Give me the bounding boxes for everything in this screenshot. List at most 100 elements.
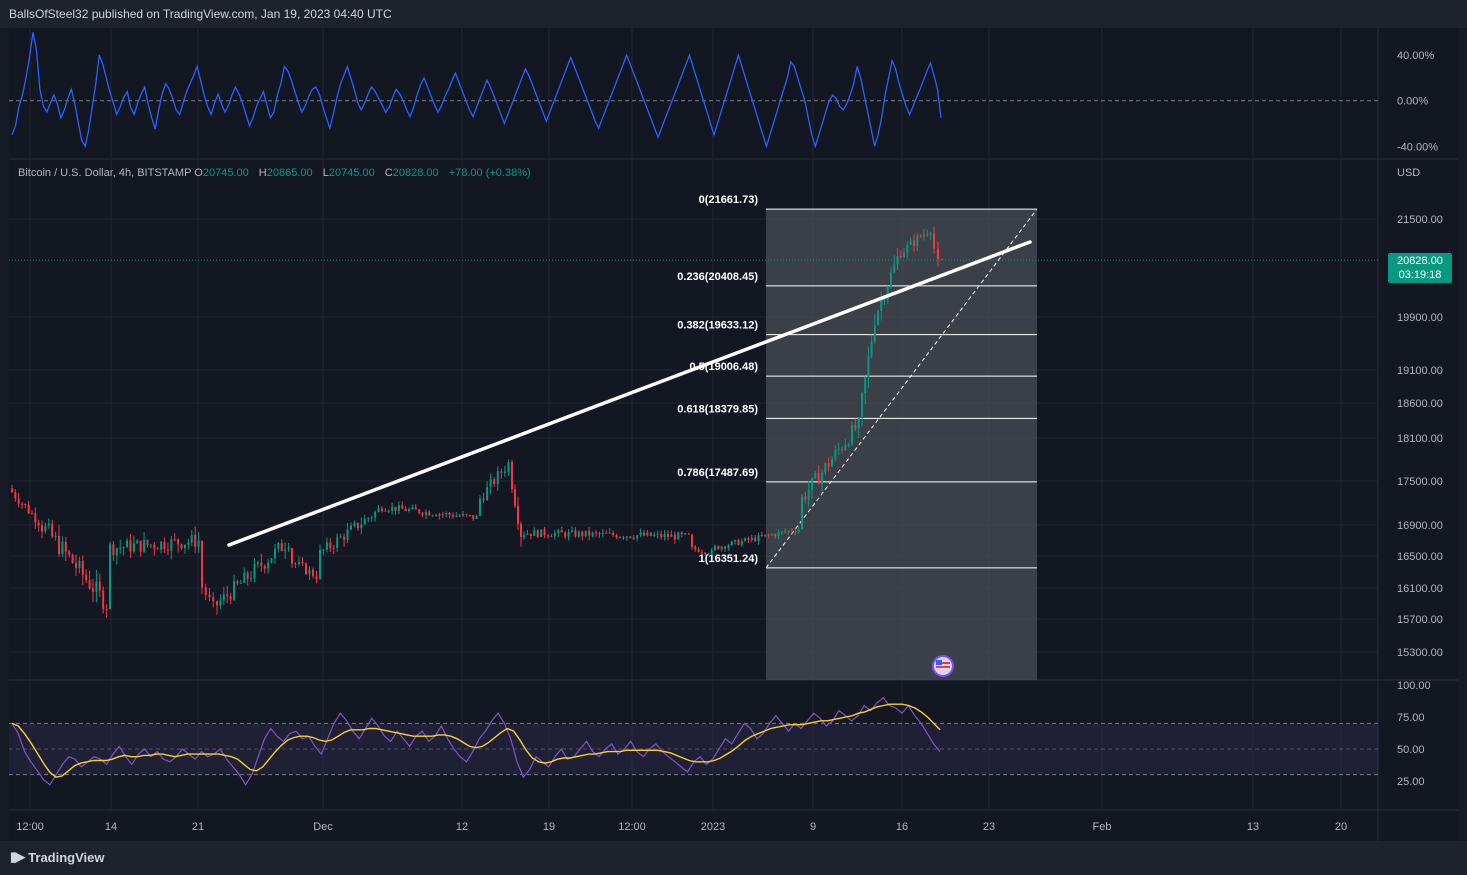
candle-body: [156, 548, 159, 550]
candle-body: [350, 525, 352, 530]
candle-body: [867, 355, 870, 377]
candle-body: [639, 532, 642, 536]
candle-body: [363, 518, 366, 525]
candle-body: [360, 524, 363, 529]
time-tick-label: 14: [105, 821, 117, 833]
time-tick-label: 21: [192, 821, 204, 833]
candle-body: [479, 498, 481, 517]
price-tick-label: 18600.00: [1397, 398, 1443, 410]
candle-body: [507, 461, 510, 472]
candle-body: [608, 532, 611, 534]
candle-body: [31, 513, 33, 515]
candle-body: [801, 496, 803, 530]
candle-body: [68, 551, 71, 555]
candle-body: [414, 507, 417, 510]
symbol-legend[interactable]: Bitcoin / U.S. Dollar, 4h, BITSTAMP O207…: [18, 167, 538, 179]
candle-body: [445, 513, 448, 515]
candle-body: [233, 581, 236, 600]
rsi-tick-label: 75.00: [1397, 712, 1425, 724]
candle-body: [253, 564, 256, 579]
candle-body: [37, 522, 40, 526]
fib-level-label: 1(16351.24): [699, 553, 759, 565]
candle-body: [656, 533, 659, 535]
candle-body: [401, 505, 404, 509]
candle-body: [315, 576, 318, 580]
candle-body: [794, 531, 797, 533]
rsi-tick-label: 50.00: [1397, 744, 1425, 756]
candle-body: [482, 498, 485, 501]
candle-body: [750, 537, 753, 540]
candle-body: [204, 587, 207, 595]
candle-body: [160, 541, 163, 550]
fib-background: [766, 209, 1037, 680]
candle-body: [332, 547, 335, 549]
fib-level-label: 0.618(18379.85): [677, 403, 758, 415]
candle-body: [325, 542, 328, 550]
candle-body: [177, 539, 180, 545]
candle-body: [353, 522, 356, 526]
currency-label[interactable]: USD: [1397, 167, 1420, 179]
candle-body: [520, 523, 522, 537]
candle-body: [577, 531, 580, 537]
candle-body: [811, 478, 813, 491]
tradingview-logo[interactable]: ▮▶ TradingView: [10, 849, 105, 865]
candle-body: [14, 492, 17, 499]
candle-body: [660, 533, 663, 538]
candle-body: [208, 594, 211, 597]
candle-body: [153, 544, 156, 549]
candle-body: [714, 545, 716, 550]
candle-body: [455, 515, 458, 517]
candle-body: [730, 541, 733, 546]
candle-body: [24, 503, 27, 506]
candle-body: [126, 540, 129, 548]
symbol-name[interactable]: Bitcoin / U.S. Dollar, 4h, BITSTAMP: [18, 167, 191, 179]
candle-body: [511, 461, 513, 490]
candle-body: [615, 535, 618, 538]
price-tick-label: 19100.00: [1397, 365, 1443, 377]
candle-body: [239, 582, 242, 584]
chart-canvas[interactable]: 12:00 14 21 Dec 12 19 12:00 2023 9 16 23 Feb 13 20 40.…: [9, 28, 1458, 841]
candle-body: [377, 508, 380, 512]
candle-body: [909, 240, 912, 245]
candle-body: [115, 548, 118, 556]
candle-body: [322, 549, 325, 551]
candle-body: [431, 515, 434, 517]
candle-body: [734, 540, 737, 542]
candle-body: [784, 531, 787, 533]
candle-body: [754, 537, 757, 542]
candle-body: [468, 514, 471, 516]
candle-body: [595, 532, 597, 534]
candle-body: [263, 566, 266, 569]
chart-area[interactable]: 12:00 14 21 Dec 12 19 12:00 2023 9 16 23 Feb 13 20 40.…: [9, 28, 1458, 841]
candle-body: [591, 532, 594, 536]
candle-body: [418, 509, 421, 514]
candle-body: [861, 393, 863, 417]
candle-body: [216, 601, 218, 606]
candle-body: [34, 513, 37, 523]
candle-body: [212, 596, 215, 602]
candle-body: [243, 572, 246, 583]
candle-body: [851, 425, 853, 445]
candle-body: [632, 537, 635, 539]
header-bar: BallsOfSteel32 published on TradingView.…: [0, 0, 1467, 28]
candle-body: [109, 544, 111, 610]
candle-body: [724, 546, 727, 549]
candle-body: [543, 529, 546, 536]
countdown-timer: 03:19:18: [1398, 269, 1442, 281]
open-value: 20745.00: [202, 167, 249, 179]
candle-body: [298, 562, 300, 565]
candle-body: [827, 463, 830, 467]
price-tick-label: 18100.00: [1397, 433, 1443, 445]
candle-body: [462, 514, 465, 516]
candle-body: [424, 511, 427, 515]
candle-body: [465, 514, 468, 516]
candle-body: [284, 549, 287, 551]
time-tick-label: 13: [1247, 821, 1259, 833]
candle-body: [870, 341, 873, 356]
candle-body: [821, 472, 823, 485]
candle-body: [170, 539, 173, 551]
candle-body: [277, 543, 280, 549]
candle-body: [612, 532, 615, 536]
candle-body: [893, 264, 896, 273]
osc-tick-label: -40.00%: [1397, 141, 1438, 153]
